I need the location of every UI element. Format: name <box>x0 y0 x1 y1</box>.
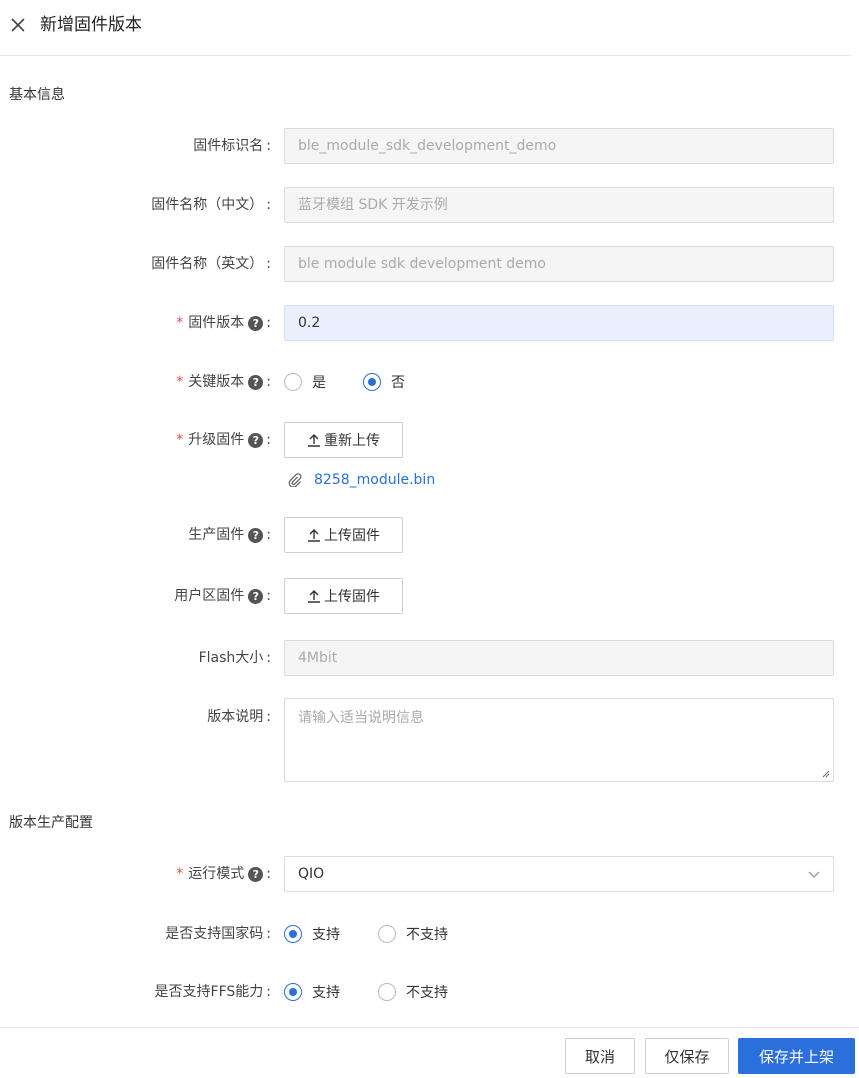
question-icon[interactable]: ? <box>248 866 264 882</box>
resize-handle-icon[interactable] <box>821 769 830 778</box>
name-zh-field: 蓝牙模组 SDK 开发示例 <box>284 187 834 223</box>
close-icon[interactable] <box>9 16 27 34</box>
chevron-down-icon <box>808 871 820 878</box>
question-icon[interactable]: ? <box>248 527 264 543</box>
ffs-radio-no-support[interactable]: 不支持 <box>378 982 448 1002</box>
label-key-version: * 关键版本 ?: <box>176 374 271 390</box>
run-mode-select[interactable]: QIO <box>284 856 834 892</box>
radio-circle <box>284 373 302 391</box>
ffs-radio-support[interactable]: 支持 <box>284 982 340 1002</box>
question-icon[interactable]: ? <box>248 432 264 448</box>
paperclip-icon <box>288 473 302 487</box>
version-field[interactable]: 0.2 <box>284 305 834 341</box>
name-en-field: ble module sdk development demo <box>284 246 834 282</box>
label-version: * 固件版本 ?: <box>176 315 271 331</box>
reupload-button[interactable]: 重新上传 <box>284 422 403 458</box>
upload-icon <box>308 590 320 603</box>
label-run-mode: * 运行模式 ?: <box>176 866 271 882</box>
required-mark: * <box>176 315 184 331</box>
label-flash-size: Flash大小: <box>198 650 271 666</box>
country-code-radio-support[interactable]: 支持 <box>284 924 340 944</box>
flash-size-field: 4Mbit <box>284 640 834 676</box>
save-button[interactable]: 仅保存 <box>645 1038 729 1074</box>
upload-production-firmware-button[interactable]: 上传固件 <box>284 517 403 553</box>
upload-icon <box>308 434 320 447</box>
label-firmware-id: 固件标识名: <box>193 138 271 154</box>
label-description: 版本说明: <box>207 709 271 725</box>
question-icon[interactable]: ? <box>248 588 264 604</box>
label-user-area-firmware: 用户区固件 ?: <box>174 588 271 604</box>
section-title-production: 版本生产配置 <box>9 815 93 831</box>
label-name-zh: 固件名称（中文）: <box>151 197 271 213</box>
label-upgrade-firmware: * 升级固件 ?: <box>176 432 271 448</box>
radio-circle-selected <box>363 373 381 391</box>
country-code-radio-no-support[interactable]: 不支持 <box>378 924 448 944</box>
required-mark: * <box>176 374 184 390</box>
page-title: 新增固件版本 <box>40 15 142 35</box>
label-ffs: 是否支持FFS能力: <box>154 984 271 1000</box>
uploaded-file-link[interactable]: 8258_module.bin <box>288 472 435 488</box>
required-mark: * <box>176 432 184 448</box>
key-version-radio-yes[interactable]: 是 <box>284 372 326 392</box>
description-placeholder: 请输入适当说明信息 <box>298 710 424 726</box>
save-and-publish-button[interactable]: 保存并上架 <box>738 1038 855 1074</box>
question-icon[interactable]: ? <box>248 315 264 331</box>
label-country-code: 是否支持国家码: <box>165 926 271 942</box>
label-production-firmware: 生产固件 ?: <box>188 527 271 543</box>
radio-circle-selected <box>284 925 302 943</box>
radio-circle <box>378 925 396 943</box>
footer-bar <box>0 1027 859 1078</box>
drawer-header: 新增固件版本 <box>0 0 851 56</box>
section-title-basic: 基本信息 <box>9 87 65 103</box>
radio-circle-selected <box>284 983 302 1001</box>
cancel-button[interactable]: 取消 <box>565 1038 635 1074</box>
question-icon[interactable]: ? <box>248 374 264 390</box>
radio-circle <box>378 983 396 1001</box>
upload-icon <box>308 529 320 542</box>
required-mark: * <box>176 866 184 882</box>
firmware-id-field: ble_module_sdk_development_demo <box>284 128 834 164</box>
upload-user-area-firmware-button[interactable]: 上传固件 <box>284 578 403 614</box>
key-version-radio-no[interactable]: 否 <box>363 372 405 392</box>
description-textarea[interactable]: 请输入适当说明信息 <box>284 698 834 782</box>
label-name-en: 固件名称（英文）: <box>151 256 271 272</box>
